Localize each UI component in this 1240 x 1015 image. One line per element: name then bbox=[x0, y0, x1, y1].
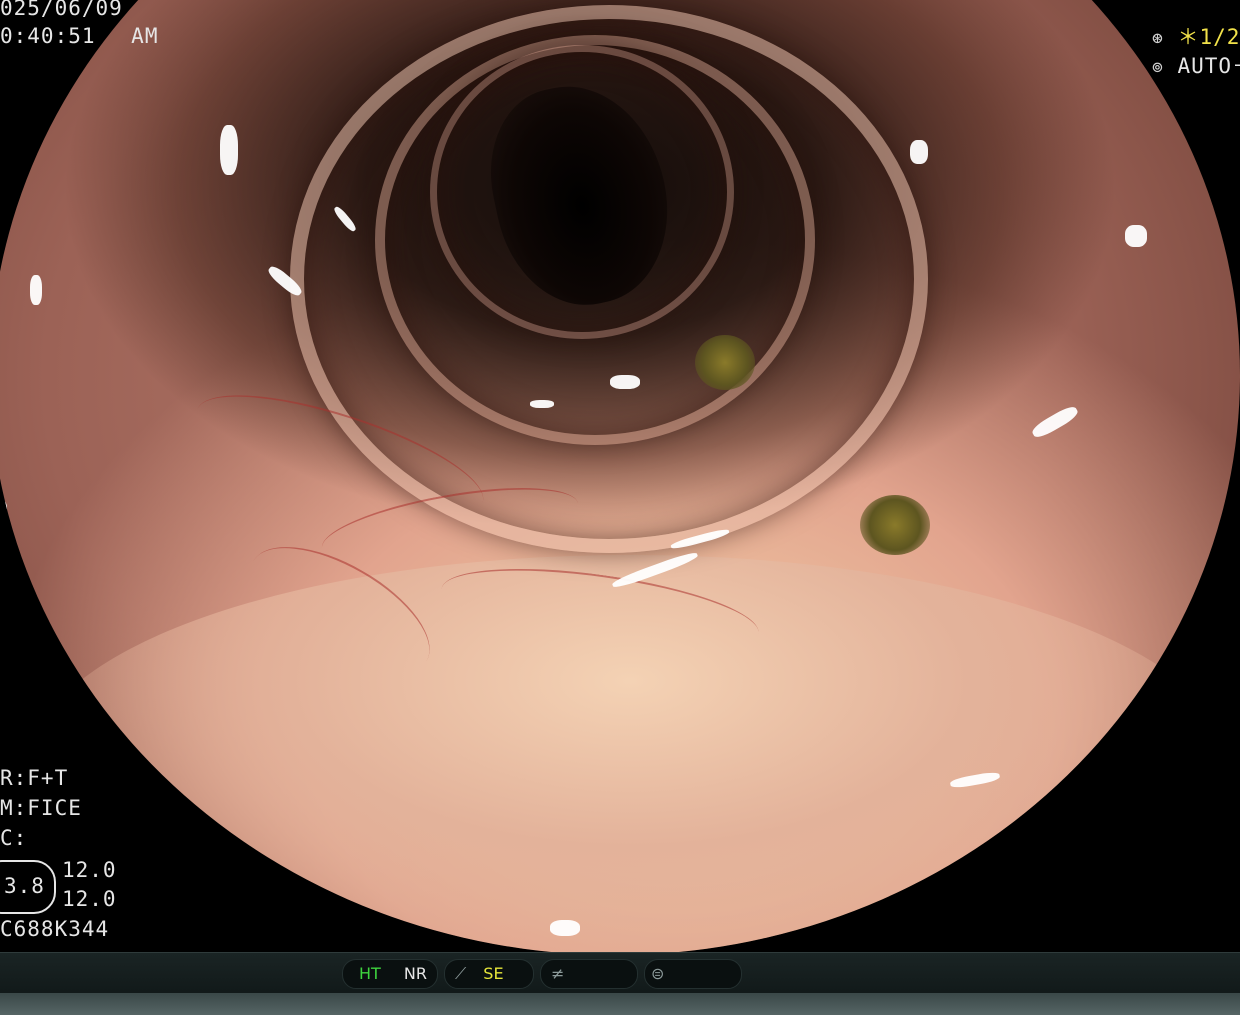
mode-c-text: C: bbox=[0, 828, 27, 849]
light-reflection bbox=[610, 375, 640, 389]
light-reflection bbox=[910, 140, 928, 164]
shutter-row: ⊛ ＊1/20 bbox=[1152, 27, 1240, 48]
light-reflection bbox=[30, 275, 42, 305]
light-reflection bbox=[220, 125, 238, 175]
contrast-curve-icon: ⟋ bbox=[455, 960, 466, 988]
ht-nr-indicator: HT NR bbox=[342, 959, 438, 989]
setting-1-text: 12.0 bbox=[62, 860, 117, 881]
mode-m-text: M:FICE bbox=[0, 798, 82, 819]
ht-label: HT bbox=[359, 960, 381, 988]
shutter-icon: ⊛ bbox=[1152, 28, 1164, 49]
shutter-value: ＊1/20 bbox=[1178, 25, 1240, 49]
iris-icon: ⊚ bbox=[1152, 57, 1164, 78]
endoscopic-view bbox=[0, 0, 1240, 955]
stool-residue bbox=[860, 495, 930, 555]
se-indicator: ⟋ SE bbox=[444, 959, 534, 989]
iris-value: AUTO＋ bbox=[1178, 54, 1240, 78]
slash-icon: ≠ bbox=[551, 960, 564, 988]
nr-label: NR bbox=[404, 960, 427, 988]
wave-indicator: ⊜ bbox=[644, 959, 742, 989]
date-text: 025/06/09 bbox=[0, 0, 123, 19]
time-text: 0:40:51 AM bbox=[0, 26, 158, 47]
zoom-value: 3.8 bbox=[4, 876, 45, 897]
light-reflection bbox=[550, 920, 580, 936]
ampm-text: AM bbox=[131, 24, 158, 48]
stool-residue bbox=[695, 335, 755, 390]
light-reflection bbox=[1125, 225, 1147, 247]
mode-r-text: R:F+T bbox=[0, 768, 68, 789]
setting-2-text: 12.0 bbox=[62, 889, 117, 910]
light-reflection bbox=[1030, 403, 1080, 440]
time-value: 0:40:51 bbox=[0, 24, 96, 48]
light-reflection bbox=[0, 500, 7, 520]
iris-row: ⊚ AUTO＋ bbox=[1152, 56, 1240, 77]
status-strip bbox=[0, 993, 1240, 1015]
scope-id-text: C688K344 bbox=[0, 919, 109, 940]
flag-indicator: ≠ bbox=[540, 959, 638, 989]
light-reflection bbox=[530, 400, 554, 408]
status-bar: HT NR ⟋ SE ≠ ⊜ bbox=[0, 952, 1240, 1015]
waveform-icon: ⊜ bbox=[651, 960, 664, 988]
se-label: SE bbox=[483, 960, 503, 988]
zoom-badge: 3.8 bbox=[0, 860, 56, 914]
